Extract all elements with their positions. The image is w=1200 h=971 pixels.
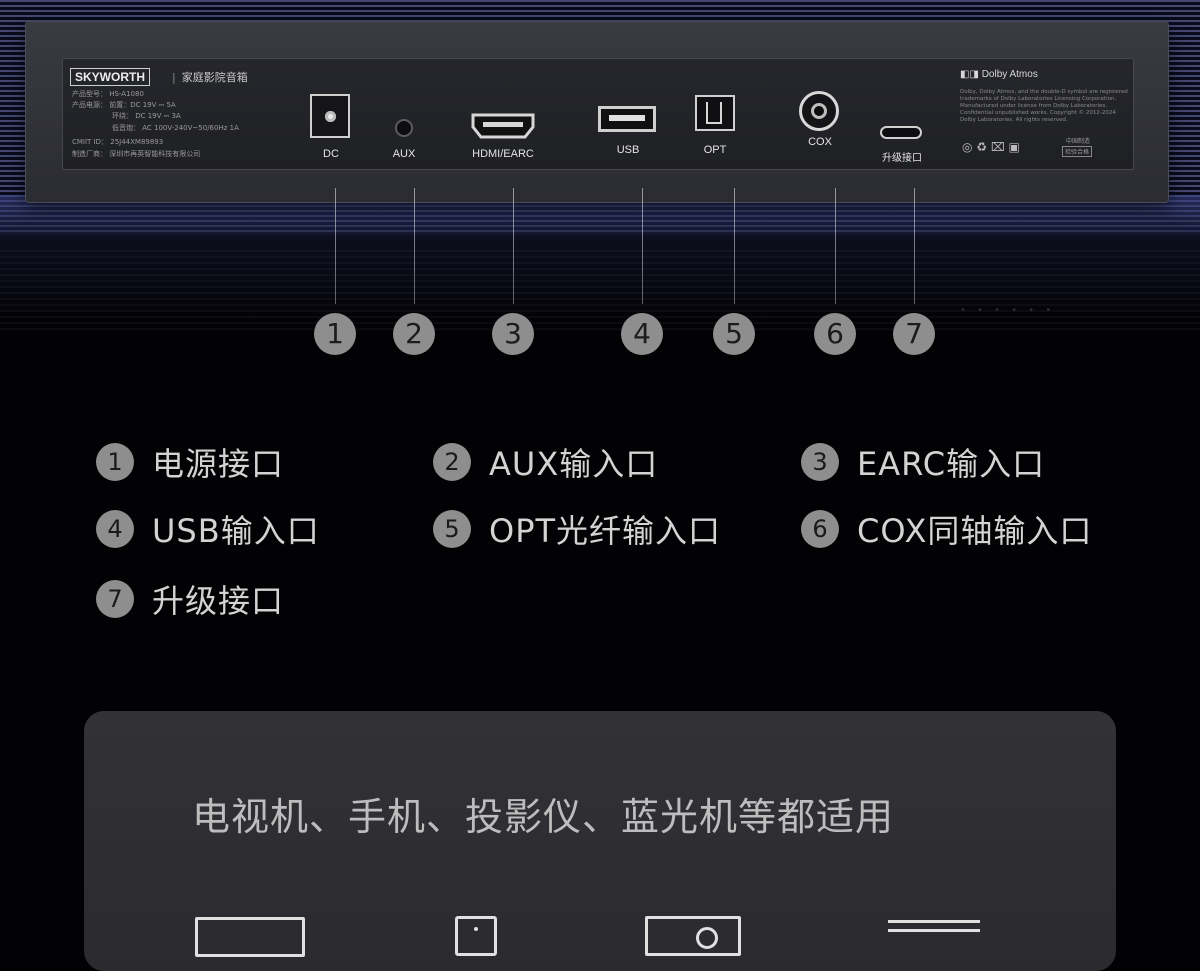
callout-number: 4	[621, 313, 663, 355]
legend-text: 升级接口	[152, 582, 285, 620]
legend-number: 6	[801, 510, 839, 548]
port-label-hdmi: HDMI/EARC	[472, 148, 534, 160]
leader-line	[734, 188, 735, 304]
background-reflection	[0, 250, 1200, 330]
usb-c-upgrade-port-icon	[880, 126, 922, 139]
spec-line: 产品型号： HS-A1080	[72, 90, 144, 98]
tv-icon	[195, 917, 305, 957]
port-label-upgrade: 升级接口	[882, 153, 922, 164]
leader-line	[335, 188, 336, 304]
leader-line	[414, 188, 415, 304]
legend-number: 4	[96, 510, 134, 548]
spec-line: 制造厂商： 深圳市再英智能科技有限公司	[72, 150, 201, 158]
brand-logo: SKYWORTH	[70, 68, 150, 86]
legend-item: 2 AUX输入口	[433, 442, 659, 483]
leader-line	[914, 188, 915, 304]
legend-text: EARC输入口	[857, 445, 1046, 483]
dolby-logo-text: Dolby Atmos	[981, 69, 1038, 80]
projector-icon	[645, 916, 741, 956]
legend-number: 3	[801, 443, 839, 481]
certification-icons: ◎ ♻ ⌧ ▣	[962, 140, 1020, 154]
port-label-aux: AUX	[392, 148, 416, 160]
hdmi-port-icon	[471, 113, 535, 139]
optical-port-icon	[695, 95, 735, 131]
phone-icon	[455, 916, 497, 956]
spec-line: 产品电源： 前置：DC 19V ⎓ 5A	[72, 101, 176, 109]
legend-number: 1	[96, 443, 134, 481]
product-name: 家庭影院音箱	[172, 69, 248, 85]
reflection-ghost: • • • • • •	[960, 305, 1056, 316]
legend-item: 5 OPT光纤输入口	[433, 509, 722, 550]
legend-number: 2	[433, 443, 471, 481]
legend-text: USB输入口	[152, 512, 320, 550]
legend-text: COX同轴输入口	[857, 512, 1093, 550]
bluray-player-icon	[888, 920, 980, 960]
callout-number: 2	[393, 313, 435, 355]
spec-line: 环绕： DC 19V ⎓ 3A	[112, 112, 181, 120]
aux-port-icon	[395, 119, 413, 137]
port-label-dc: DC	[323, 148, 339, 160]
dolby-dd-icon: ◧◨	[960, 69, 979, 80]
dc-port-icon	[310, 94, 350, 138]
leader-line	[835, 188, 836, 304]
spec-line: 低音炮： AC 100V-240V~50/60Hz 1A	[112, 124, 239, 132]
dolby-legal-text: Dolby, Dolby Atmos, and the double-D sym…	[960, 89, 1128, 123]
port-label-opt: OPT	[703, 144, 727, 156]
callout-number: 3	[492, 313, 534, 355]
coaxial-port-icon	[799, 91, 839, 131]
legend-text: AUX输入口	[489, 445, 659, 483]
port-label-usb: USB	[616, 144, 640, 156]
legend-text: 电源接口	[152, 445, 285, 483]
dolby-atmos-logo: ◧◨ Dolby Atmos	[960, 69, 1038, 80]
callout-number: 7	[893, 313, 935, 355]
legend-number: 7	[96, 580, 134, 618]
leader-line	[513, 188, 514, 304]
legend-item: 1 电源接口	[96, 442, 285, 483]
leader-line	[642, 188, 643, 304]
legend-item: 7 升级接口	[96, 579, 285, 620]
callout-number: 6	[814, 313, 856, 355]
made-in-china-label: 中国制造	[1066, 138, 1091, 145]
callout-number: 5	[713, 313, 755, 355]
legend-number: 5	[433, 510, 471, 548]
callout-number: 1	[314, 313, 356, 355]
legend-text: OPT光纤输入口	[489, 512, 722, 550]
legend-item: 3 EARC输入口	[801, 442, 1046, 483]
legend-item: 4 USB输入口	[96, 509, 320, 550]
inspection-label: 检验合格	[1062, 146, 1093, 157]
spec-line: CMIIT ID： 25J44XM89893	[72, 138, 164, 146]
usb-port-icon	[598, 106, 656, 132]
legend-item: 6 COX同轴输入口	[801, 509, 1093, 550]
compatibility-title: 电视机、手机、投影仪、蓝光机等都适用	[192, 795, 895, 839]
port-label-cox: COX	[808, 136, 832, 148]
